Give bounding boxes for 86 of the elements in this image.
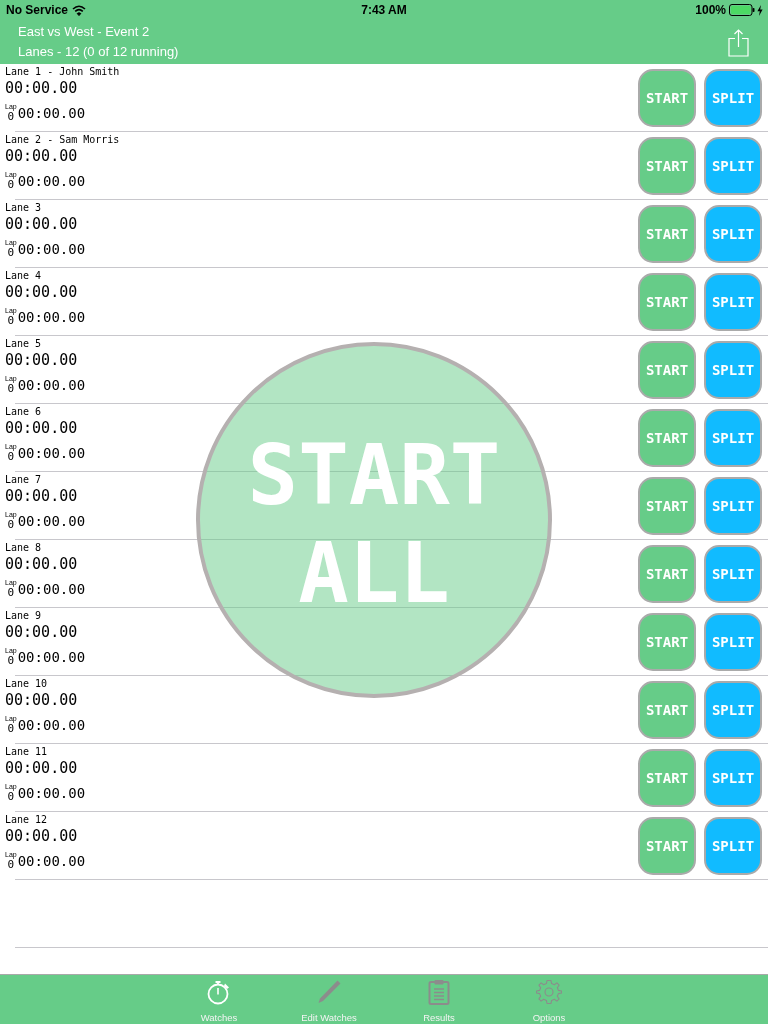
start-button[interactable]: START (638, 680, 696, 739)
lane-label: Lane 3 (5, 201, 43, 214)
lap-time: 00:00.00 (17, 784, 86, 802)
lane-time: 00:00.00 (5, 486, 79, 506)
split-button[interactable]: SPLIT (704, 408, 762, 467)
charging-bolt-icon (757, 4, 763, 16)
lap-time: 00:00.00 (17, 240, 86, 258)
lanes-summary: Lanes - 12 (0 of 12 running) (18, 44, 179, 60)
start-button[interactable]: START (638, 476, 696, 535)
split-button[interactable]: SPLIT (704, 544, 762, 603)
split-button[interactable]: SPLIT (704, 748, 762, 807)
split-button[interactable]: SPLIT (704, 68, 762, 127)
lap-count: 0 (7, 791, 15, 802)
split-button[interactable]: SPLIT (704, 612, 762, 671)
split-button[interactable]: SPLIT (704, 340, 762, 399)
lane-label: Lane 8 (5, 541, 43, 554)
lane-label: Lane 9 (5, 609, 43, 622)
lap-count: 0 (7, 859, 15, 870)
start-button[interactable]: START (638, 68, 696, 127)
lap-time: 00:00.00 (17, 648, 86, 666)
start-all-button[interactable]: START ALL (196, 342, 552, 698)
start-button[interactable]: START (638, 544, 696, 603)
lane-time: 00:00.00 (5, 78, 79, 98)
battery-percent: 100% (695, 3, 726, 17)
lane-time: 00:00.00 (5, 758, 79, 778)
lane-label: Lane 12 (5, 813, 49, 826)
lane-label: Lane 6 (5, 405, 43, 418)
lap-count: 0 (7, 383, 15, 394)
lane-label: Lane 5 (5, 337, 43, 350)
lane-label: Lane 7 (5, 473, 43, 486)
start-button[interactable]: START (638, 816, 696, 875)
lane-time: 00:00.00 (5, 622, 79, 642)
lap-time: 00:00.00 (17, 376, 86, 394)
split-button[interactable]: SPLIT (704, 476, 762, 535)
split-button[interactable]: SPLIT (704, 272, 762, 331)
lap-time: 00:00.00 (17, 716, 86, 734)
tab[interactable]: Watches (164, 975, 274, 1024)
lap-count: 0 (7, 587, 15, 598)
start-button[interactable]: START (638, 272, 696, 331)
lane-time: 00:00.00 (5, 282, 79, 302)
wifi-icon (72, 4, 87, 16)
lane-time: 00:00.00 (5, 146, 79, 166)
carrier-name: No Service (6, 3, 69, 17)
split-button[interactable]: SPLIT (704, 204, 762, 263)
clock-time: 7:43 AM (361, 3, 407, 17)
lap-count: 0 (7, 247, 15, 258)
lap-time: 00:00.00 (17, 512, 86, 530)
lap-count: 0 (7, 655, 15, 666)
share-icon[interactable] (728, 29, 749, 57)
lap-count: 0 (7, 723, 15, 734)
lane-label: Lane 1 - John Smith (5, 65, 120, 78)
lap-count: 0 (7, 179, 15, 190)
start-button[interactable]: START (638, 136, 696, 195)
lane-label: Lane 4 (5, 269, 43, 282)
lane-time: 00:00.00 (5, 418, 79, 438)
lap-time: 00:00.00 (17, 172, 86, 190)
start-button[interactable]: START (638, 612, 696, 671)
lane-time: 00:00.00 (5, 214, 79, 234)
lane-time: 00:00.00 (5, 554, 79, 574)
lane-label: Lane 2 - Sam Morris (5, 133, 120, 146)
start-button[interactable]: START (638, 340, 696, 399)
start-button[interactable]: START (638, 408, 696, 467)
lap-count: 0 (7, 111, 15, 122)
split-button[interactable]: SPLIT (704, 136, 762, 195)
lap-time: 00:00.00 (17, 104, 86, 122)
lap-time: 00:00.00 (17, 444, 86, 462)
lap-time: 00:00.00 (17, 852, 86, 870)
lap-time: 00:00.00 (17, 308, 86, 326)
split-button[interactable]: SPLIT (704, 680, 762, 739)
lap-count: 0 (7, 519, 15, 530)
tab[interactable]: Options (494, 975, 604, 1024)
lane-time: 00:00.00 (5, 350, 79, 370)
lap-count: 0 (7, 451, 15, 462)
event-title: East vs West - Event 2 (18, 24, 151, 40)
battery-icon (729, 4, 755, 16)
lane-time: 00:00.00 (5, 826, 79, 846)
tab[interactable]: Results (384, 975, 494, 1024)
start-button[interactable]: START (638, 204, 696, 263)
lap-time: 00:00.00 (17, 580, 86, 598)
lane-label: Lane 10 (5, 677, 49, 690)
tab[interactable]: Edit Watches (274, 975, 384, 1024)
lane-label: Lane 11 (5, 745, 49, 758)
split-button[interactable]: SPLIT (704, 816, 762, 875)
lap-count: 0 (7, 315, 15, 326)
lane-time: 00:00.00 (5, 690, 79, 710)
start-button[interactable]: START (638, 748, 696, 807)
